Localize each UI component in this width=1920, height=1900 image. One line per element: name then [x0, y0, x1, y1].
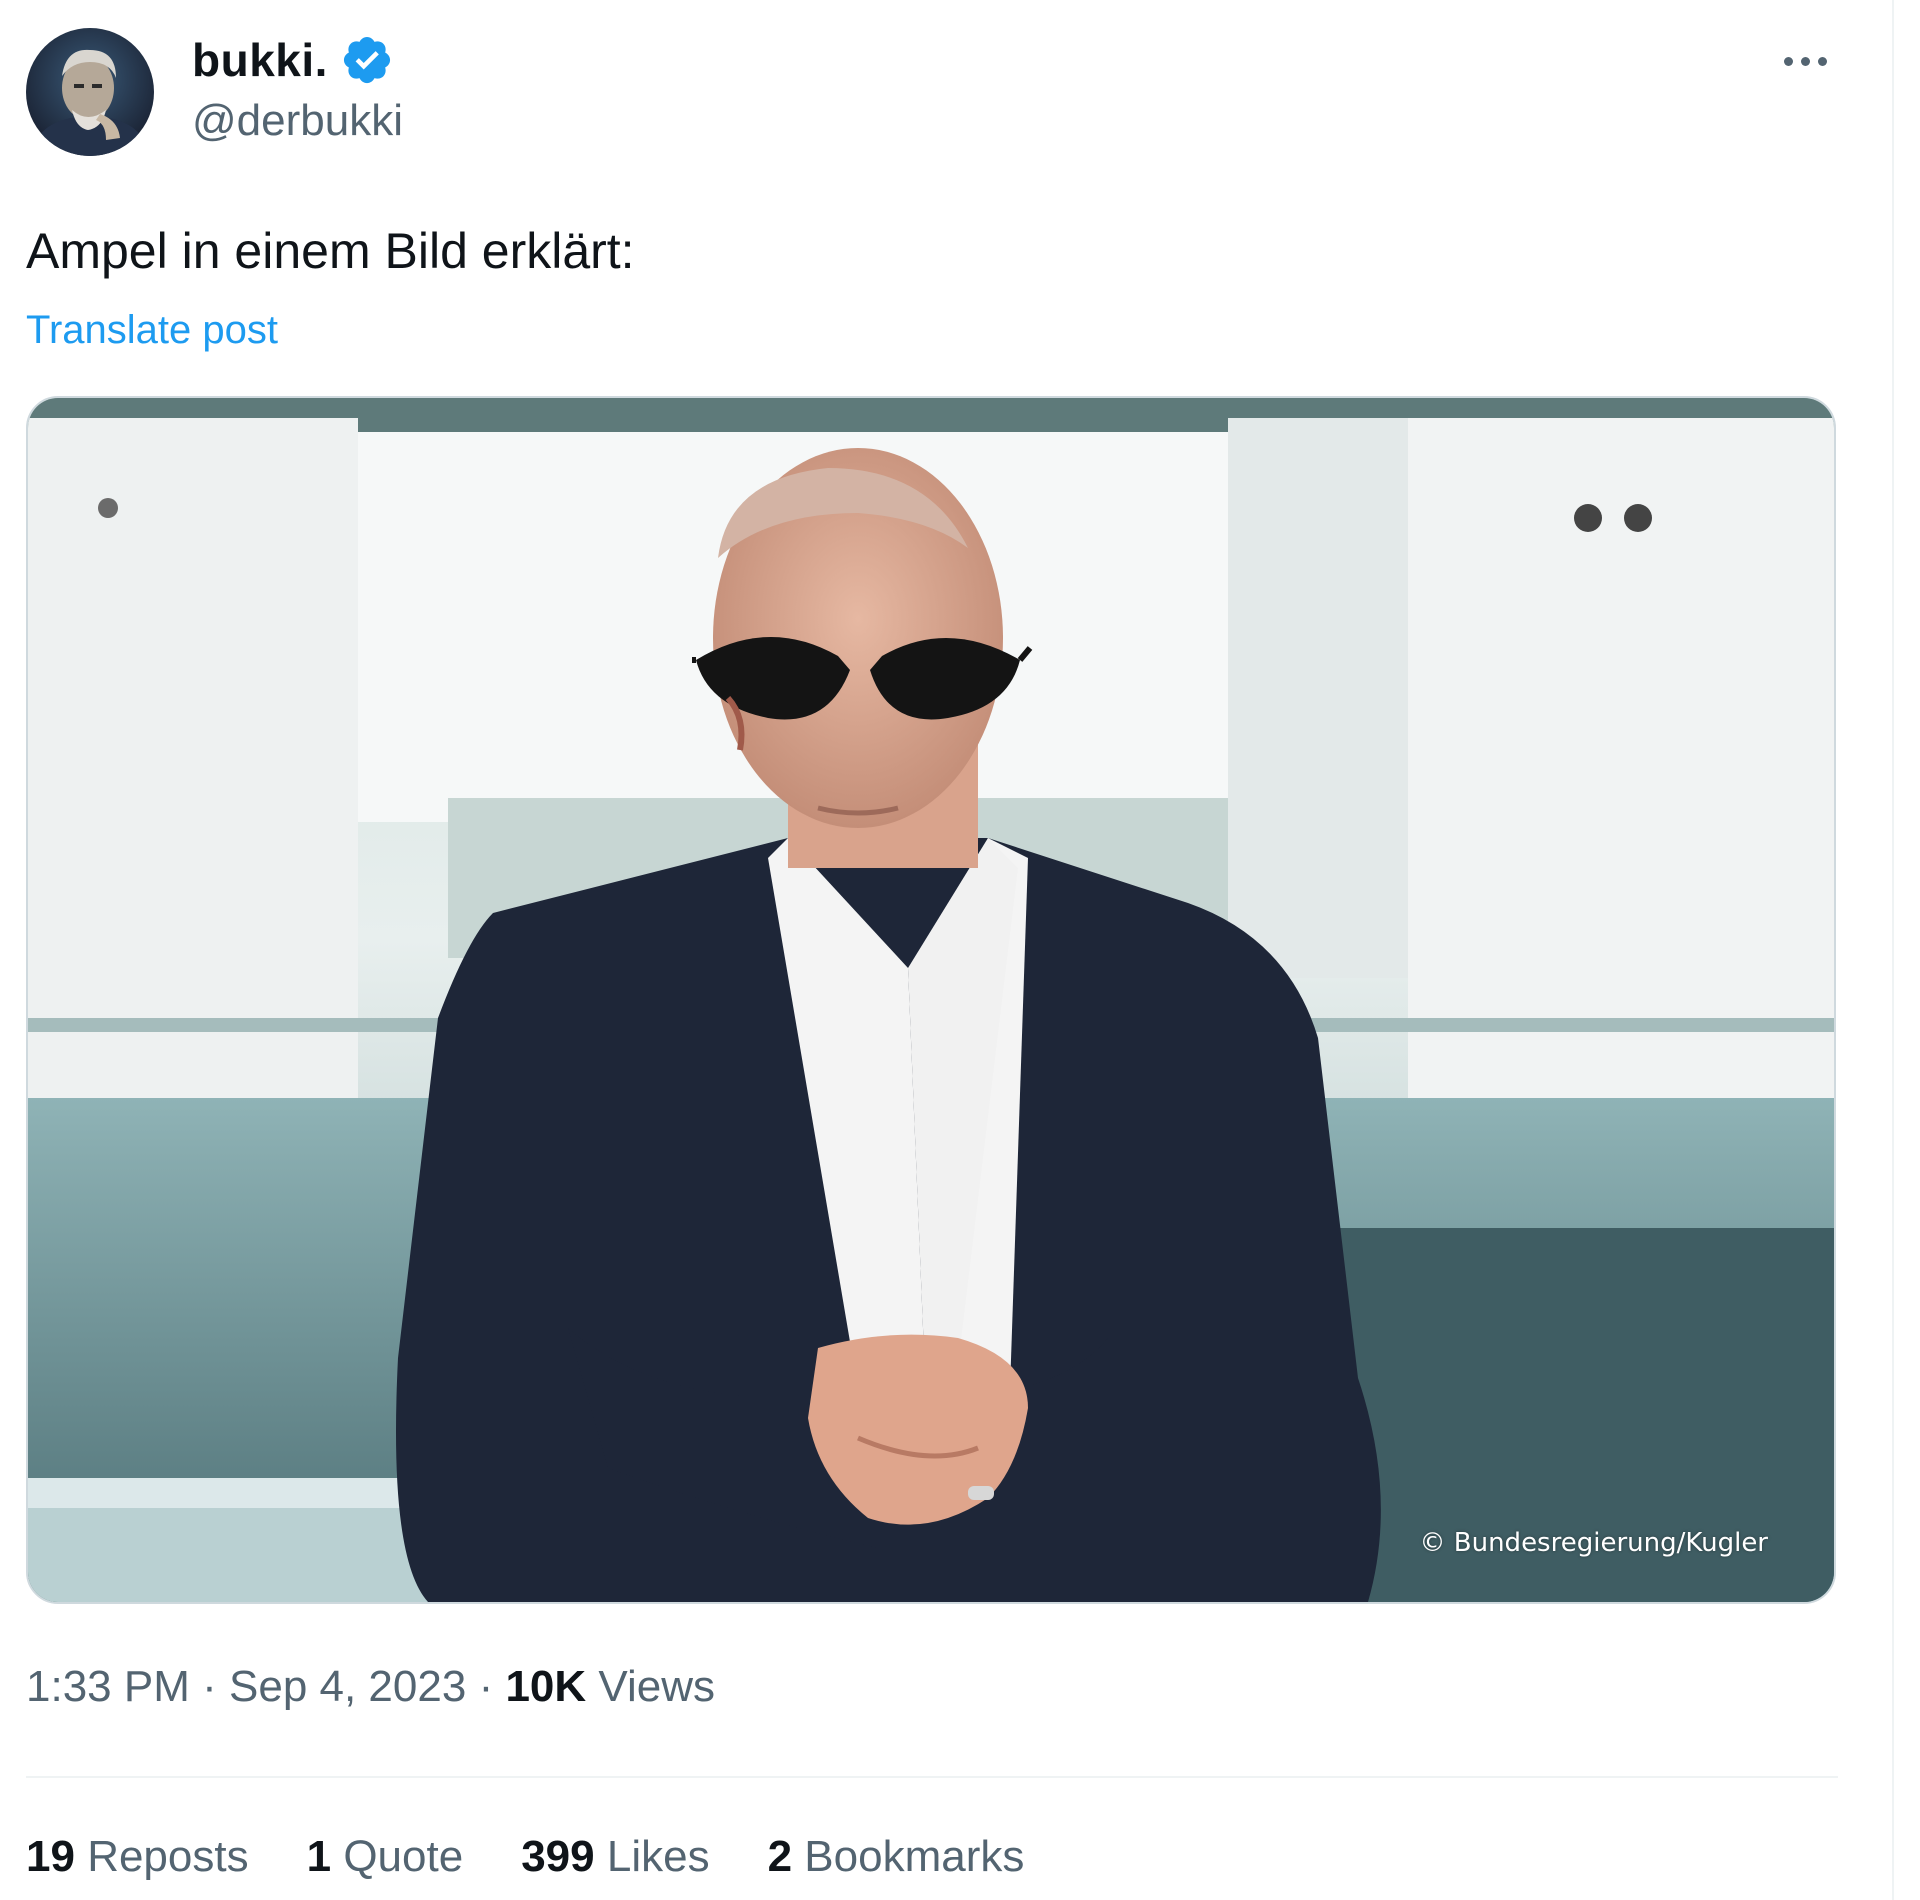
separator-dot: ·	[202, 1662, 229, 1711]
bookmarks-label: Bookmarks	[804, 1832, 1025, 1881]
separator-dot: ·	[478, 1662, 506, 1711]
quotes-stat[interactable]: 1 Quote	[307, 1832, 464, 1882]
reposts-count: 19	[26, 1832, 75, 1881]
tweet-photo[interactable]: © Bundesregierung/Kugler	[26, 396, 1836, 1604]
tweet-meta: 1:33 PM · Sep 4, 2023 · 10K Views	[26, 1662, 715, 1712]
views-label: Views	[598, 1662, 715, 1711]
likes-stat[interactable]: 399 Likes	[521, 1832, 709, 1882]
tweet-time[interactable]: 1:33 PM	[26, 1662, 190, 1711]
display-name[interactable]: bukki.	[192, 33, 328, 87]
tweet-text: Ampel in einem Bild erklärt:	[26, 223, 635, 279]
display-name-row[interactable]: bukki.	[192, 28, 394, 92]
engagement-stats: 19 Reposts 1 Quote 399 Likes 2 Bookmarks	[26, 1832, 1024, 1882]
tweet: bukki. @derbukki Ampel in einem Bild erk…	[0, 0, 1890, 1900]
bookmarks-stat[interactable]: 2 Bookmarks	[768, 1832, 1025, 1882]
divider	[26, 1776, 1838, 1778]
more-horizontal-icon[interactable]	[1770, 36, 1840, 86]
reposts-stat[interactable]: 19 Reposts	[26, 1832, 249, 1882]
user-handle[interactable]: @derbukki	[192, 96, 403, 146]
photo-credit: © Bundesregierung/Kugler	[1419, 1528, 1769, 1558]
avatar[interactable]	[26, 28, 154, 156]
views-count: 10K	[505, 1662, 587, 1711]
quotes-count: 1	[306, 1832, 332, 1881]
reposts-label: Reposts	[87, 1832, 249, 1881]
column-border	[1892, 0, 1894, 1900]
likes-label: Likes	[606, 1832, 710, 1881]
quotes-label: Quote	[343, 1832, 464, 1881]
likes-count: 399	[521, 1832, 595, 1881]
tweet-date[interactable]: Sep 4, 2023	[229, 1662, 466, 1711]
verified-badge-icon[interactable]	[340, 33, 394, 87]
avatar-image	[26, 28, 154, 156]
translate-post-link[interactable]: Translate post	[26, 308, 278, 353]
bookmarks-count: 2	[767, 1832, 793, 1881]
photo-image	[28, 398, 1834, 1602]
